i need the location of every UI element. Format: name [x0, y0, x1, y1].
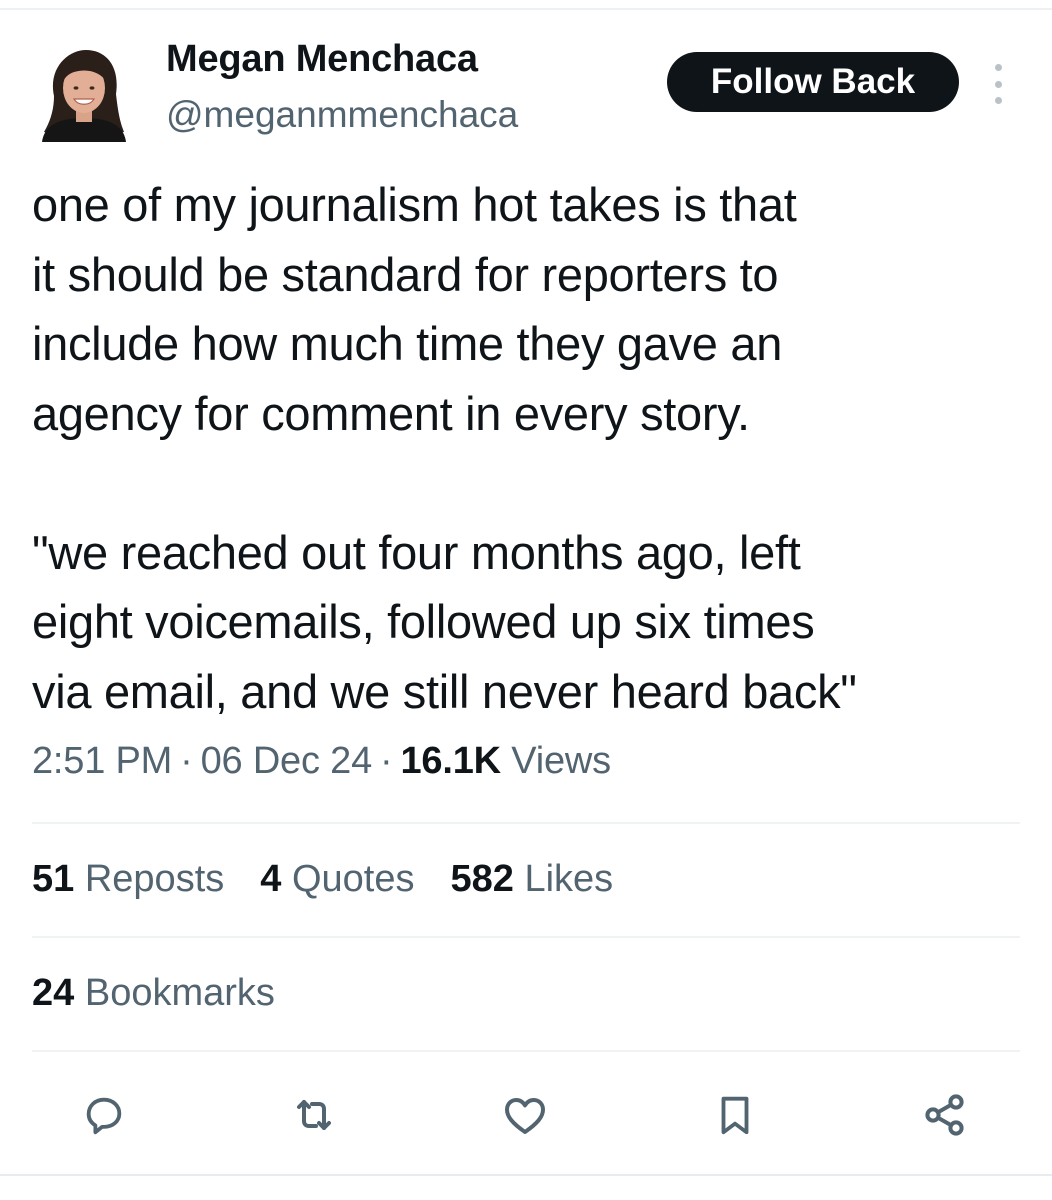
- tweet-date[interactable]: 06 Dec 24: [201, 740, 373, 782]
- more-dot: [994, 64, 1002, 71]
- top-divider: [0, 8, 1052, 10]
- divider: [32, 822, 1020, 824]
- tweet-line: one of my journalism hot takes is that: [32, 178, 797, 231]
- likes-stat[interactable]: 582 Likes: [450, 858, 613, 900]
- reposts-label: Reposts: [84, 858, 225, 900]
- more-dot: [994, 97, 1002, 104]
- views-label: Views: [511, 740, 611, 782]
- tweet-line: "we reached out four months ago, left: [32, 525, 801, 579]
- tweet-line: agency for comment in every story.: [32, 386, 750, 440]
- quotes-stat[interactable]: 4 Quotes: [260, 858, 414, 900]
- meta-separator: ·: [180, 740, 193, 782]
- bookmarks-label: Bookmarks: [84, 972, 275, 1014]
- divider: [32, 936, 1020, 938]
- bookmarks-stat[interactable]: 24 Bookmarks: [32, 972, 275, 1015]
- author-display-name[interactable]: Megan Menchaca: [166, 38, 478, 81]
- reposts-stat[interactable]: 51 Reposts: [32, 858, 224, 900]
- tweet-meta: 2:51 PM · 06 Dec 24 · 16.1K Views: [32, 740, 611, 783]
- meta-separator: ·: [380, 740, 393, 782]
- reply-icon[interactable]: [79, 1090, 129, 1140]
- quotes-label: Quotes: [291, 858, 415, 900]
- follow-back-button[interactable]: Follow Back: [667, 52, 959, 112]
- quotes-count: 4: [260, 858, 282, 900]
- tweet-line: via email, and we still never heard back…: [32, 664, 857, 718]
- bookmark-icon[interactable]: [710, 1090, 760, 1140]
- tweet-time[interactable]: 2:51 PM: [32, 740, 172, 782]
- more-dot: [994, 80, 1002, 88]
- likes-count: 582: [450, 858, 514, 900]
- bookmarks-count: 24: [32, 972, 75, 1014]
- like-icon[interactable]: [500, 1090, 550, 1140]
- author-handle[interactable]: @meganmmenchaca: [166, 94, 518, 136]
- repost-icon[interactable]: [289, 1090, 339, 1140]
- tweet-line: eight voicemails, followed up six times: [32, 595, 815, 648]
- views-count: 16.1K: [400, 740, 502, 782]
- divider: [32, 1050, 1020, 1052]
- reposts-count: 51: [32, 858, 75, 900]
- bottom-divider: [0, 1174, 1052, 1176]
- tweet-line: it should be standard for reporters to: [32, 247, 779, 301]
- likes-label: Likes: [524, 858, 614, 900]
- share-icon[interactable]: [920, 1090, 970, 1140]
- avatar[interactable]: [40, 46, 128, 142]
- tweet-text: one of my journalism hot takes is that i…: [32, 170, 1022, 726]
- engagement-stats: 51 Reposts 4 Quotes 582 Likes: [32, 858, 649, 901]
- profile-photo: [42, 50, 126, 142]
- tweet-line: include how much time they gave an: [32, 317, 783, 370]
- more-vertical-icon[interactable]: [986, 64, 1010, 104]
